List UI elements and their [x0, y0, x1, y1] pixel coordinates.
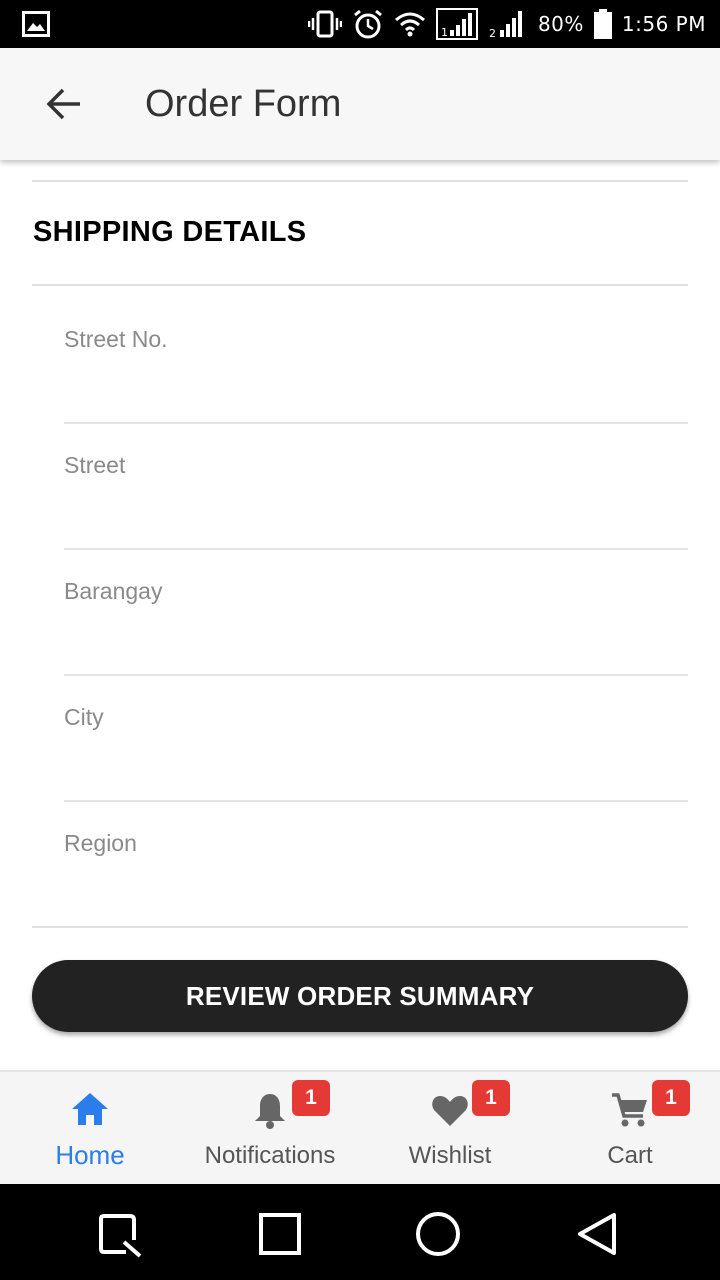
wishlist-badge: 1 [472, 1080, 510, 1116]
nav-item-wishlist[interactable]: 1 Wishlist [360, 1072, 540, 1184]
svg-text:1: 1 [441, 26, 448, 39]
app-bar: Order Form [0, 48, 720, 160]
nav-item-cart[interactable]: 1 Cart [540, 1072, 720, 1184]
recent-apps-icon[interactable] [96, 1210, 144, 1258]
street-input[interactable] [64, 484, 688, 544]
barangay-input[interactable] [64, 610, 688, 670]
home-icon [72, 1093, 108, 1125]
barangay-field[interactable]: Barangay [64, 550, 688, 676]
city-label: City [64, 704, 104, 730]
region-label: Region [64, 830, 137, 856]
city-input[interactable] [64, 736, 688, 796]
status-icons: 1 2 80% 1:56 PM [307, 0, 706, 48]
region-field[interactable]: Region [64, 802, 688, 928]
wifi-icon [394, 12, 425, 37]
square-icon[interactable] [256, 1210, 304, 1258]
review-order-summary-button[interactable]: REVIEW ORDER SUMMARY [32, 960, 688, 1032]
gallery-icon [22, 11, 50, 37]
alarm-icon [354, 9, 382, 39]
back-button[interactable] [40, 80, 88, 128]
bell-icon [255, 1094, 285, 1129]
city-field[interactable]: City [64, 676, 688, 802]
region-input[interactable] [64, 862, 688, 922]
street-no-input[interactable] [64, 358, 688, 418]
nav-label-notifications: Notifications [204, 1142, 336, 1169]
nav-label-cart: Cart [607, 1142, 653, 1169]
divider [32, 180, 688, 182]
nav-label-home: Home [55, 1140, 125, 1170]
bottom-nav: Home 1 Notifications 1 Wishlist 1 Cart [0, 1070, 720, 1184]
battery-icon [593, 9, 612, 39]
nav-item-home[interactable]: Home [0, 1072, 180, 1184]
street-field[interactable]: Street [64, 424, 688, 550]
signal-sim2-icon: 2 [489, 11, 522, 39]
vibrate-icon [307, 10, 342, 38]
back-triangle-icon[interactable] [574, 1210, 622, 1258]
page-title: Order Form [145, 83, 342, 125]
divider [32, 284, 688, 286]
street-label: Street [64, 452, 126, 478]
heart-icon [432, 1096, 468, 1126]
section-title: SHIPPING DETAILS [33, 216, 307, 248]
barangay-label: Barangay [64, 578, 163, 604]
system-nav-bar [0, 1184, 720, 1280]
nav-label-wishlist: Wishlist [408, 1142, 492, 1169]
battery-percent: 80% [537, 12, 584, 36]
order-form: SHIPPING DETAILS Street No. Street Baran… [0, 160, 720, 1070]
home-circle-icon[interactable] [414, 1210, 462, 1258]
notifications-badge: 1 [292, 1080, 330, 1116]
svg-text:2: 2 [489, 27, 496, 39]
street-no-label: Street No. [64, 326, 168, 352]
nav-item-notifications[interactable]: 1 Notifications [180, 1072, 360, 1184]
arrow-left-icon [46, 88, 80, 120]
signal-sim1-icon: 1 [435, 8, 478, 40]
cart-icon [612, 1093, 647, 1127]
cart-badge: 1 [652, 1080, 690, 1116]
divider [32, 926, 688, 928]
street-no-field[interactable]: Street No. [64, 298, 688, 424]
clock: 1:56 PM [621, 12, 706, 36]
status-bar: 1 2 80% 1:56 PM [0, 0, 720, 48]
